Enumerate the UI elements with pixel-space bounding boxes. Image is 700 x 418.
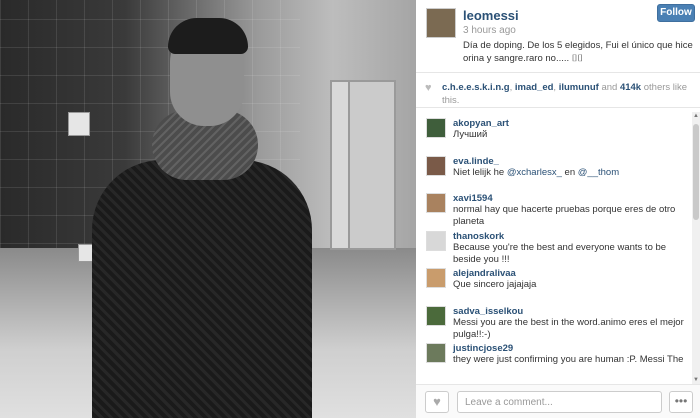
likes-count[interactable]: 414k <box>620 82 641 93</box>
comment-text: Niet lelijk he @xcharlesx_ en @__thom <box>453 167 690 179</box>
post-header: leomessi 3 hours ago Día de doping. De l… <box>416 0 700 70</box>
scroll-up-icon[interactable]: ▲ <box>692 112 700 120</box>
wall-plate <box>68 112 90 136</box>
comment-input[interactable] <box>457 391 662 413</box>
follow-button[interactable]: Follow <box>657 4 695 22</box>
comment-text: Лучший <box>453 129 488 140</box>
list-item: sadva_isselkou Messi you are the best in… <box>416 300 690 340</box>
mention-link[interactable]: @xcharlesx_ <box>507 167 562 178</box>
comment-text: Que sincero jajajaja <box>453 279 537 290</box>
avatar[interactable] <box>426 155 446 176</box>
person-hair <box>168 18 248 54</box>
post-username[interactable]: leomessi <box>463 8 519 23</box>
avatar[interactable] <box>426 305 446 326</box>
comment-username[interactable]: sadva_isselkou <box>453 300 690 317</box>
likes-summary: ♥ c.h.e.e.s.k.i.n.g, imad_ed, ilumunuf a… <box>416 72 700 108</box>
liker-3[interactable]: ilumunuf <box>559 82 599 93</box>
more-options-button[interactable]: ••• <box>669 391 693 413</box>
avatar[interactable] <box>426 8 456 38</box>
avatar[interactable] <box>426 343 446 363</box>
list-item: xavi1594 normal hay que hacerte pruebas … <box>416 187 690 227</box>
comment-username[interactable]: akopyan_art <box>453 112 690 129</box>
scroll-thumb[interactable] <box>693 124 699 220</box>
scroll-down-icon[interactable]: ▼ <box>692 376 700 384</box>
post-time: 3 hours ago <box>463 25 516 36</box>
list-item: justincjose29 they were just confirming … <box>416 337 690 374</box>
comment-footer: ♥ ••• <box>416 384 700 418</box>
comment-username[interactable]: thanoskork <box>453 225 690 242</box>
comment-username[interactable]: eva.linde_ <box>453 150 690 167</box>
avatar[interactable] <box>426 193 446 213</box>
comments-scrollbar[interactable]: ▲ ▼ <box>692 112 700 384</box>
comment-username[interactable]: justincjose29 <box>453 337 690 354</box>
post-panel: leomessi 3 hours ago Día de doping. De l… <box>416 0 700 418</box>
comment-username[interactable]: alejandralivaa <box>453 262 690 279</box>
likes-and: and <box>598 82 620 93</box>
mention-link[interactable]: @__thom <box>578 167 619 178</box>
post-caption: Día de doping. De los 5 elegidos, Fui el… <box>463 40 693 64</box>
person-sweater <box>92 160 312 418</box>
post-photo <box>0 0 416 418</box>
like-button[interactable]: ♥ <box>425 391 449 413</box>
heart-icon: ♥ <box>433 394 441 409</box>
comment-text: they were just confirming you are human … <box>453 354 684 365</box>
heart-icon: ♥ <box>425 82 432 94</box>
avatar[interactable] <box>426 268 446 288</box>
list-item: eva.linde_ Niet lelijk he @xcharlesx_ en… <box>416 150 690 187</box>
comments-list: akopyan_art Лучший eva.linde_ Niet lelij… <box>416 112 690 384</box>
list-item: thanoskork Because you're the best and e… <box>416 225 690 265</box>
avatar[interactable] <box>426 118 446 138</box>
liker-2[interactable]: imad_ed <box>515 82 554 93</box>
ellipsis-icon: ••• <box>674 394 688 408</box>
comment-text-part: Niet lelijk he <box>453 166 507 178</box>
avatar[interactable] <box>426 230 446 251</box>
list-item: alejandralivaa Que sincero jajajaja <box>416 262 690 299</box>
comment-text-part: en <box>561 166 578 178</box>
door-panel <box>348 80 396 250</box>
list-item: akopyan_art Лучший <box>416 112 690 149</box>
comment-username[interactable]: xavi1594 <box>453 187 690 204</box>
liker-1[interactable]: c.h.e.e.s.k.i.n.g <box>442 82 510 93</box>
